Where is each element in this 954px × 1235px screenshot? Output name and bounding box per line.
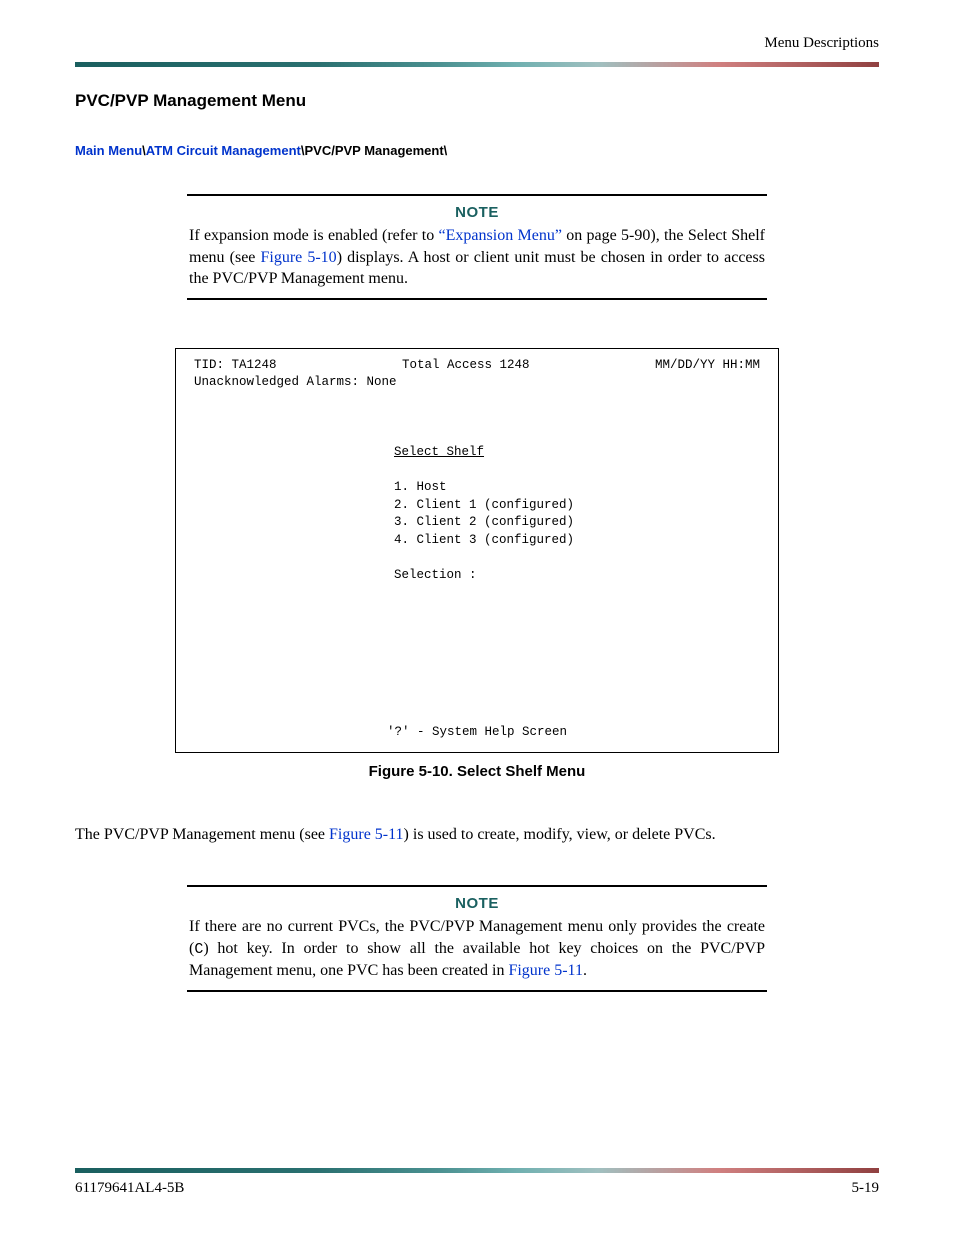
section-title: PVC/PVP Management Menu: [75, 91, 879, 111]
breadcrumb-link-main-menu[interactable]: Main Menu: [75, 143, 142, 158]
terminal-header-row: TID: TA1248 Total Access 1248 MM/DD/YY H…: [194, 357, 760, 375]
terminal-tid: TID: TA1248: [194, 357, 277, 375]
note-body: If expansion mode is enabled (refer to “…: [187, 225, 767, 298]
terminal-datetime: MM/DD/YY HH:MM: [655, 357, 760, 375]
note1-text-pre: If expansion mode is enabled (refer to: [189, 227, 439, 244]
terminal-menu-title: Select Shelf: [394, 445, 484, 459]
note-body: If there are no current PVCs, the PVC/PV…: [187, 916, 767, 989]
terminal-help: '?' - System Help Screen: [194, 724, 760, 742]
note-title: NOTE: [187, 196, 767, 225]
terminal-option-3: 3. Client 2 (configured): [194, 514, 760, 532]
note2-post: .: [583, 962, 587, 979]
terminal-option-2: 2. Client 1 (configured): [194, 497, 760, 515]
note2-mid: ) hot key. In order to show all the avai…: [189, 940, 765, 979]
header-right-text: Menu Descriptions: [764, 35, 879, 51]
page-footer: 61179641AL4-5B 5-19: [75, 1180, 879, 1197]
body-post: ) is used to create, modify, view, or de…: [404, 826, 716, 843]
link-expansion-menu[interactable]: “Expansion Menu”: [439, 227, 562, 244]
body-paragraph: The PVC/PVP Management menu (see Figure …: [75, 824, 879, 846]
breadcrumb-current: PVC/PVP Management\: [304, 143, 447, 158]
page-header: Menu Descriptions: [0, 0, 954, 52]
terminal-menu-title-row: Select Shelf: [194, 444, 760, 462]
note-title: NOTE: [187, 887, 767, 916]
terminal-selection: Selection :: [194, 567, 760, 585]
breadcrumb: Main Menu\ATM Circuit Management\PVC/PVP…: [75, 143, 879, 158]
figure-caption: Figure 5-10. Select Shelf Menu: [75, 763, 879, 780]
breadcrumb-link-atm-circuit[interactable]: ATM Circuit Management: [146, 143, 301, 158]
terminal-screen: TID: TA1248 Total Access 1248 MM/DD/YY H…: [175, 348, 779, 753]
note-box-1: NOTE If expansion mode is enabled (refer…: [187, 194, 767, 300]
footer-right: 5-19: [852, 1180, 880, 1197]
link-figure-5-11-b[interactable]: Figure 5-11: [508, 962, 583, 979]
terminal-option-1: 1. Host: [194, 479, 760, 497]
terminal-title: Total Access 1248: [402, 357, 530, 375]
note-box-2: NOTE If there are no current PVCs, the P…: [187, 885, 767, 991]
note2-mono: C: [194, 941, 203, 958]
footer-left: 61179641AL4-5B: [75, 1180, 184, 1197]
footer-divider-bar: [75, 1168, 879, 1173]
terminal-alarms: Unacknowledged Alarms: None: [194, 374, 760, 392]
body-pre: The PVC/PVP Management menu (see: [75, 826, 329, 843]
link-figure-5-10[interactable]: Figure 5-10: [260, 249, 336, 266]
terminal-option-4: 4. Client 3 (configured): [194, 532, 760, 550]
link-figure-5-11[interactable]: Figure 5-11: [329, 826, 404, 843]
page-content: PVC/PVP Management Menu Main Menu\ATM Ci…: [0, 67, 954, 992]
